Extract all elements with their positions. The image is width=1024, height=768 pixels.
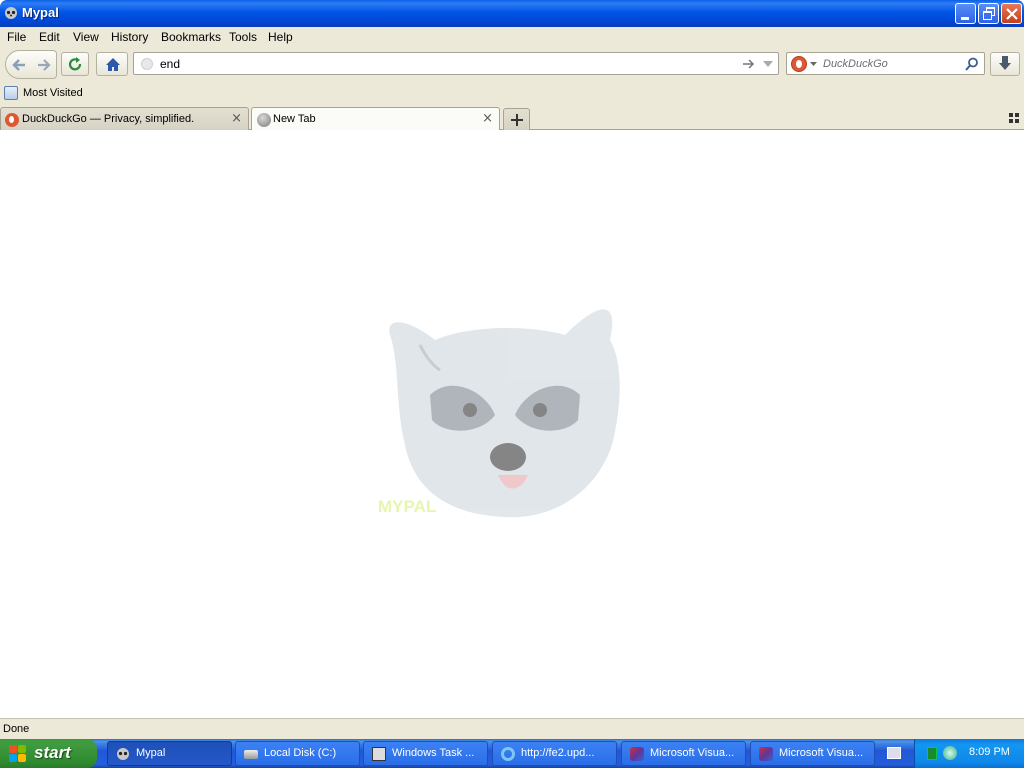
minimize-icon [961,17,969,20]
system-tray: 8:09 PM [914,739,1024,768]
tab-groups-icon[interactable] [1009,113,1019,123]
keyboard-language-icon[interactable] [887,747,901,759]
restore-button[interactable] [978,3,999,24]
task-label: Local Disk (C:) [264,747,337,759]
title-bar[interactable]: Mypal [0,0,1024,27]
task-label: http://fe2.upd... [521,747,595,759]
raccoon-app-icon [117,748,129,760]
new-tab-button[interactable] [503,108,530,130]
taskbar: start Mypal Local Disk (C:) Windows Task… [0,739,1024,768]
windows-logo-icon [9,745,27,762]
internet-explorer-icon [501,747,515,761]
taskbar-item-task-manager[interactable]: Windows Task ... [363,741,488,766]
tab-label: New Tab [273,113,316,125]
page-content[interactable]: MYPAL [0,130,1024,718]
taskbar-item-visual-studio-1[interactable]: Microsoft Visua... [621,741,746,766]
drive-icon [244,750,258,759]
bookmarks-toolbar: Most Visited [0,83,1024,104]
window-title: Mypal [22,5,59,20]
task-label: Microsoft Visua... [779,747,864,759]
tab-new-tab[interactable]: New Tab × [251,107,500,131]
home-button[interactable] [96,52,128,76]
taskbar-item-visual-studio-2[interactable]: Microsoft Visua... [750,741,875,766]
tray-app-icon[interactable] [927,747,937,760]
search-input[interactable]: DuckDuckGo [823,58,888,70]
plus-icon [511,114,523,126]
menu-history[interactable]: History [111,30,148,44]
search-bar[interactable]: DuckDuckGo [786,52,985,75]
mypal-raccoon-logo [389,309,620,518]
tab-duckduckgo[interactable]: DuckDuckGo — Privacy, simplified. × [0,107,249,130]
navigation-toolbar: end DuckDuckGo [0,47,1024,83]
menu-edit[interactable]: Edit [39,30,60,44]
task-label: Windows Task ... [392,747,475,759]
minimize-button[interactable] [955,3,976,24]
mypal-logo-text: MYPAL [378,497,437,516]
home-icon [106,58,120,71]
menu-help[interactable]: Help [268,30,293,44]
engine-dropdown-icon[interactable] [810,62,817,66]
reload-icon [68,57,82,71]
task-label: Mypal [136,747,166,759]
history-dropdown-icon[interactable] [763,61,773,67]
menu-file[interactable]: File [7,30,26,44]
clock[interactable]: 8:09 PM [969,746,1010,758]
tab-close-icon[interactable]: × [231,111,242,126]
go-arrow-icon[interactable] [742,58,755,70]
taskbar-item-ie[interactable]: http://fe2.upd... [492,741,617,766]
start-label: start [34,743,71,762]
download-arrow-icon [999,56,1011,70]
downloads-button[interactable] [990,52,1020,76]
menu-bookmarks[interactable]: Bookmarks [161,30,221,44]
forward-arrow-icon[interactable] [37,58,51,72]
visual-studio-icon [630,747,644,761]
most-visited-folder-icon [4,86,18,100]
tab-strip: DuckDuckGo — Privacy, simplified. × New … [0,104,1024,131]
url-input[interactable]: end [160,57,180,71]
menu-view[interactable]: View [73,30,99,44]
start-button[interactable]: start [0,739,97,768]
tab-close-icon[interactable]: × [482,111,493,126]
status-text: Done [3,723,30,735]
url-bar[interactable]: end [133,52,779,75]
duckduckgo-engine-icon[interactable] [791,56,807,72]
menu-bar: File Edit View History Bookmarks Tools H… [0,27,1024,47]
duckduckgo-favicon-icon [5,113,19,127]
network-icon[interactable] [943,746,957,760]
visual-studio-icon [759,747,773,761]
raccoon-app-icon [5,7,17,19]
close-button[interactable] [1001,3,1022,24]
search-icon[interactable] [965,57,979,71]
back-arrow-icon[interactable] [11,57,27,73]
page-identity-icon [141,58,153,70]
menu-tools[interactable]: Tools [229,30,257,44]
status-bar: Done [0,718,1024,739]
globe-favicon-icon [257,113,271,127]
task-manager-icon [372,747,386,761]
reload-button[interactable] [61,52,89,76]
tab-label: DuckDuckGo — Privacy, simplified. [22,113,195,125]
back-forward-group [5,50,57,79]
taskbar-item-mypal[interactable]: Mypal [107,741,232,766]
browser-window: Mypal File Edit View History Bookmarks T… [0,0,1024,739]
bookmark-most-visited[interactable]: Most Visited [23,87,83,99]
task-label: Microsoft Visua... [650,747,735,759]
taskbar-item-local-disk[interactable]: Local Disk (C:) [235,741,360,766]
close-icon [1006,8,1018,20]
